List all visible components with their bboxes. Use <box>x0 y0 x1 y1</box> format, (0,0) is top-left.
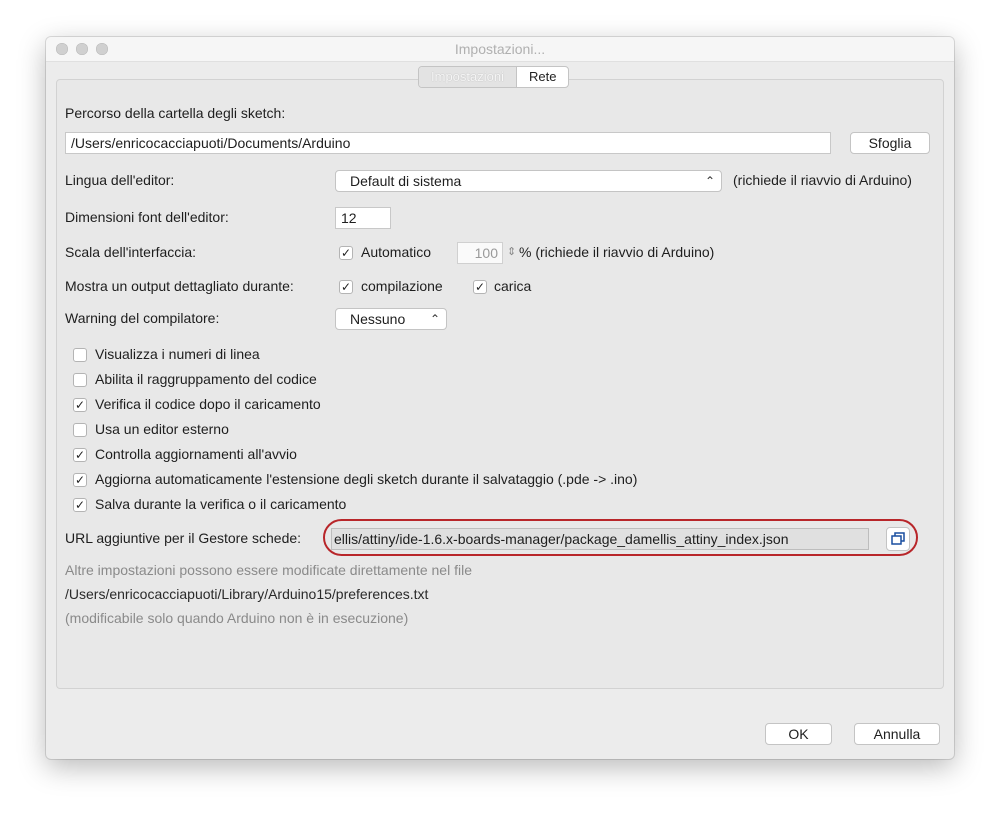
option-checkbox[interactable]: ✓ <box>73 473 87 487</box>
option-checkbox[interactable] <box>73 348 87 362</box>
option-checkbox[interactable] <box>73 423 87 437</box>
sketchbook-label: Percorso della cartella degli sketch: <box>65 105 286 121</box>
ok-button[interactable]: OK <box>765 723 832 745</box>
browse-button[interactable]: Sfoglia <box>850 132 930 154</box>
option-label: Salva durante la verifica o il caricamen… <box>95 496 347 512</box>
language-note: (richiede il riavvio di Arduino) <box>733 172 912 188</box>
language-label: Lingua dell'editor: <box>65 172 175 188</box>
scale-label: Scala dell'interfaccia: <box>65 244 197 260</box>
preferences-file-path: /Users/enricocacciapuoti/Library/Arduino… <box>65 586 429 602</box>
option-label: Visualizza i numeri di linea <box>95 346 260 362</box>
option-label: Usa un editor esterno <box>95 421 229 437</box>
footer-info-line3: (modificabile solo quando Arduino non è … <box>65 610 409 626</box>
scale-auto-label: Automatico <box>361 244 432 260</box>
scale-auto-checkbox[interactable]: ✓ <box>339 246 353 260</box>
option-checkbox[interactable]: ✓ <box>73 498 87 512</box>
option-label: Controlla aggiornamenti all'avvio <box>95 446 297 462</box>
verbose-compile-label: compilazione <box>361 278 443 294</box>
language-select[interactable]: Default di sistema ⌃ <box>335 170 722 192</box>
option-label: Aggiorna automaticamente l'estensione de… <box>95 471 638 487</box>
sketchbook-path-field[interactable]: /Users/enricocacciapuoti/Documents/Ardui… <box>65 132 831 154</box>
scale-note: % (richiede il riavvio di Arduino) <box>519 244 715 260</box>
highlight-annotation <box>323 519 918 556</box>
stepper-icon[interactable]: ⇕ <box>507 242 516 262</box>
title-bar: Impostazioni... <box>46 37 954 62</box>
footer-info-line1: Altre impostazioni possono essere modifi… <box>65 562 472 578</box>
warnings-label: Warning del compilatore: <box>65 310 220 326</box>
preferences-window: Impostazioni... Impostazioni Rete Percor… <box>46 37 954 759</box>
tab-settings[interactable]: Impostazioni <box>419 67 517 87</box>
chevron-updown-icon: ⌃ <box>429 312 440 326</box>
tab-bar: Impostazioni Rete <box>418 66 570 88</box>
option-checkbox[interactable]: ✓ <box>73 448 87 462</box>
option-checkbox[interactable]: ✓ <box>73 398 87 412</box>
option-label: Abilita il raggruppamento del codice <box>95 371 317 387</box>
option-label: Verifica il codice dopo il caricamento <box>95 396 321 412</box>
warnings-select[interactable]: Nessuno ⌃ <box>335 308 447 330</box>
window-title: Impostazioni... <box>454 41 546 57</box>
scale-value-field[interactable]: 100 <box>457 242 503 264</box>
font-size-field[interactable]: 12 <box>335 207 391 229</box>
verbose-upload-checkbox[interactable]: ✓ <box>473 280 487 294</box>
verbose-compile-checkbox[interactable]: ✓ <box>339 280 353 294</box>
language-select-value: Default di sistema <box>350 173 462 189</box>
warnings-select-value: Nessuno <box>350 311 406 327</box>
settings-panel: Percorso della cartella degli sketch: /U… <box>56 79 944 689</box>
tab-network[interactable]: Rete <box>517 67 568 87</box>
verbose-upload-label: carica <box>494 278 532 294</box>
option-checkbox[interactable] <box>73 373 87 387</box>
chevron-updown-icon: ⌃ <box>704 174 715 188</box>
font-size-label: Dimensioni font dell'editor: <box>65 209 229 225</box>
cancel-button[interactable]: Annulla <box>854 723 940 745</box>
verbose-label: Mostra un output dettagliato durante: <box>65 278 294 294</box>
boards-url-label: URL aggiuntive per il Gestore schede: <box>65 530 302 546</box>
